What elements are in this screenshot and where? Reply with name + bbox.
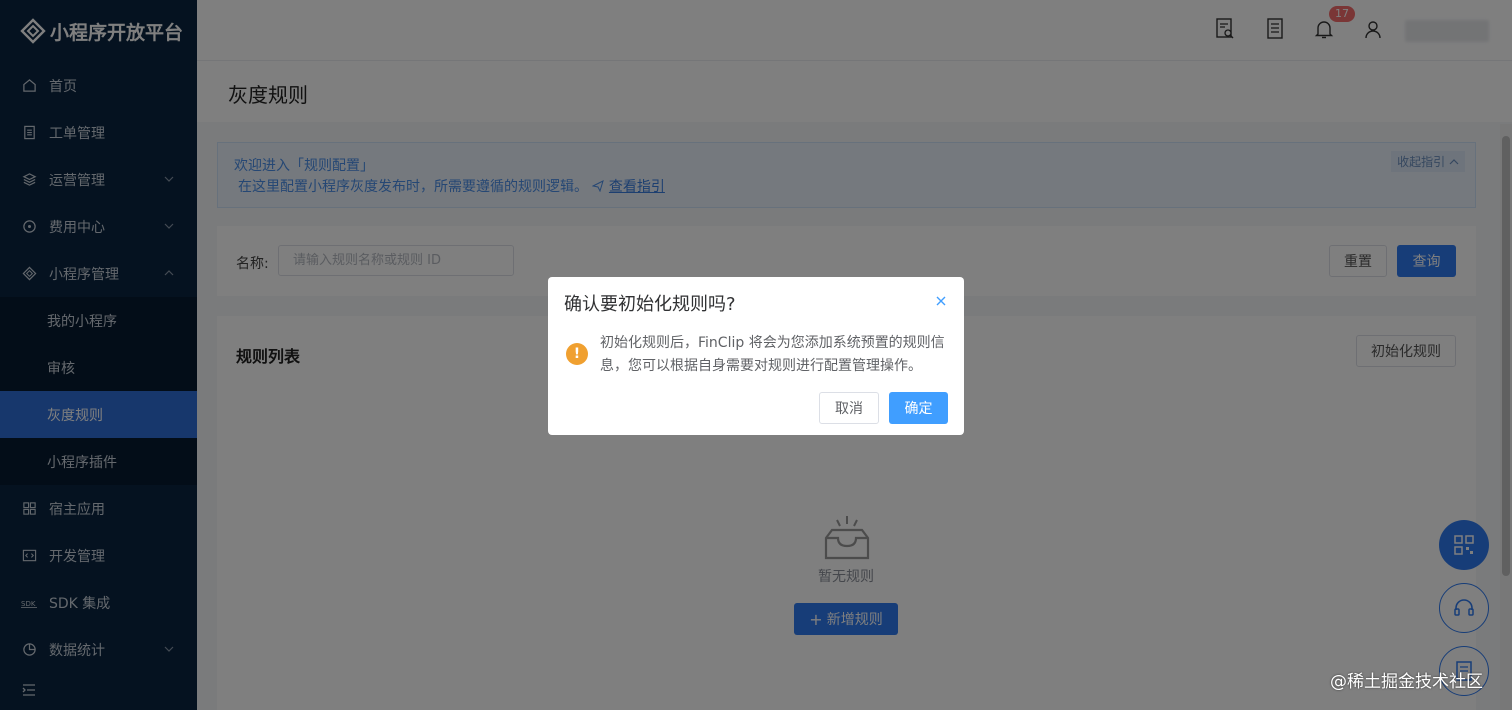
close-icon[interactable] bbox=[934, 294, 948, 308]
watermark: @稀土掘金技术社区 bbox=[1330, 672, 1483, 692]
confirm-button[interactable]: 确定 bbox=[889, 392, 948, 424]
dialog-message: 初始化规则后，FinClip 将会为您添加系统预置的规则信息，您可以根据自身需要… bbox=[600, 335, 945, 374]
cancel-button[interactable]: 取消 bbox=[819, 392, 879, 424]
dialog-title: 确认要初始化规则吗? bbox=[564, 294, 736, 315]
warning-icon: ! bbox=[566, 343, 588, 365]
init-rules-dialog: 确认要初始化规则吗? ! 初始化规则后，FinClip 将会为您添加系统预置的规… bbox=[548, 277, 964, 435]
